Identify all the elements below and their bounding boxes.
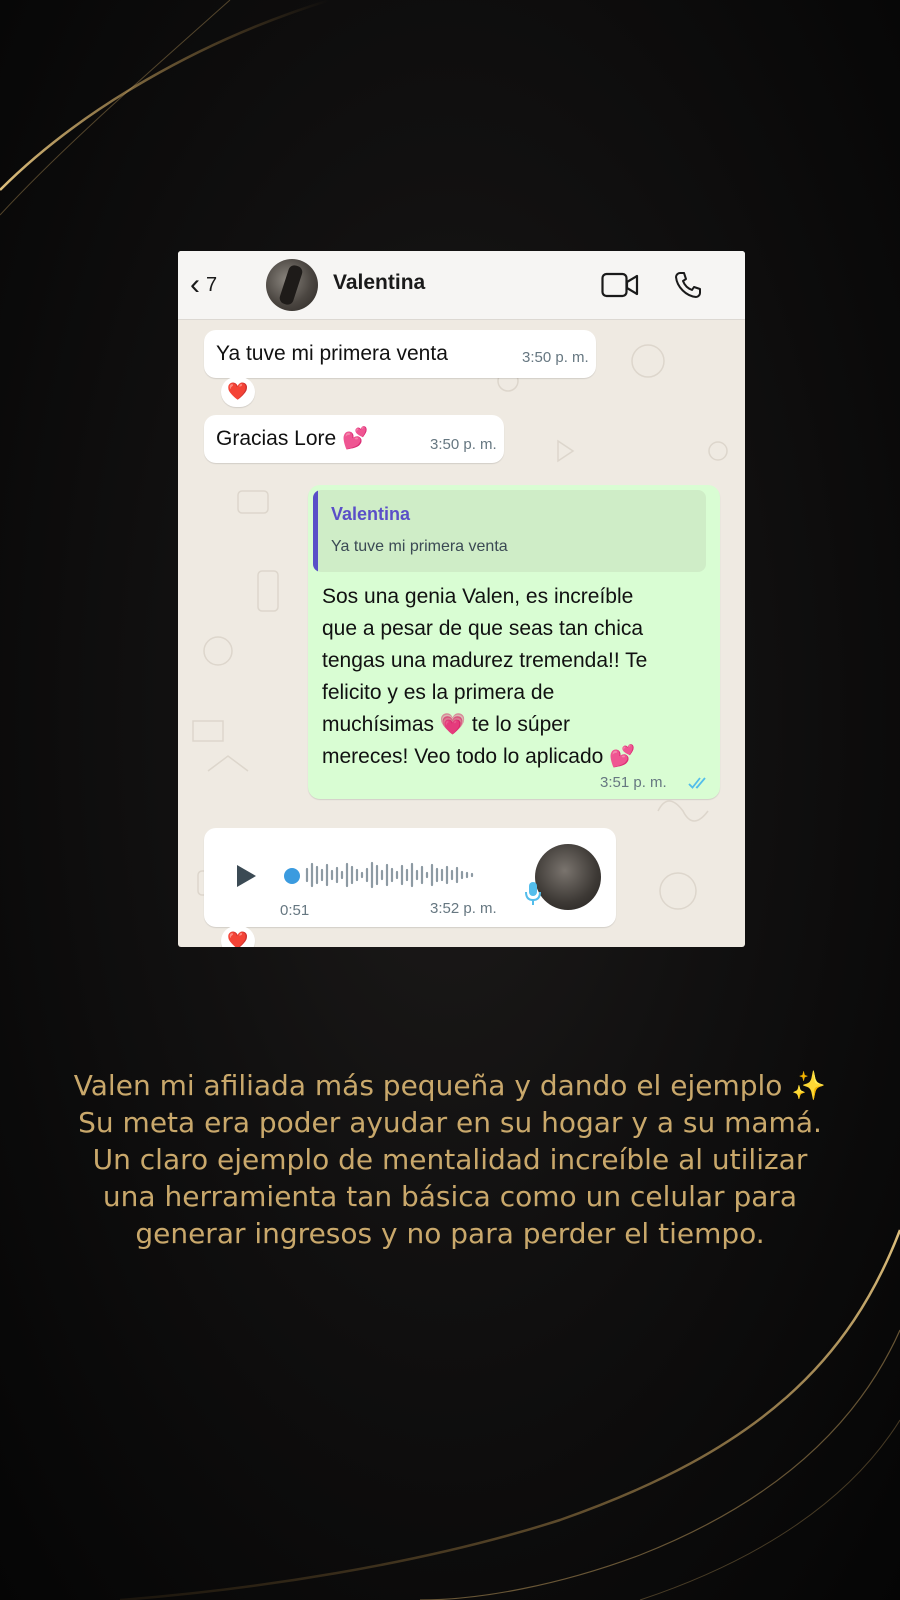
- contact-name[interactable]: Valentina: [333, 271, 425, 295]
- message-time: 3:50 p. m.: [522, 349, 589, 366]
- outgoing-message[interactable]: Valentina Ya tuve mi primera venta Sos u…: [308, 485, 720, 799]
- message-line: muchísimas: [322, 713, 435, 736]
- phone-call-button[interactable]: [668, 269, 708, 301]
- message-text: Gracias Lore: [216, 427, 337, 450]
- caption-line: una herramienta tan básica como un celul…: [102, 1180, 798, 1213]
- caption-line: Su meta era poder ayudar en su hogar y a…: [78, 1106, 822, 1139]
- double-check-icon: [688, 777, 706, 789]
- two-hearts-emoji: 💕: [609, 745, 636, 768]
- avatar[interactable]: [266, 259, 318, 311]
- incoming-message[interactable]: Ya tuve mi primera venta 3:50 p. m.: [204, 330, 596, 378]
- reaction-heart[interactable]: ❤️: [221, 926, 255, 947]
- message-time: 3:50 p. m.: [430, 436, 497, 453]
- quoted-reply[interactable]: Valentina Ya tuve mi primera venta: [313, 490, 706, 572]
- caption-line: Valen mi afiliada más pequeña y dando el…: [73, 1069, 827, 1102]
- message-line: felicito y es la primera de: [322, 681, 555, 704]
- reaction-heart[interactable]: ❤️: [221, 377, 255, 407]
- message-time: 3:51 p. m.: [600, 774, 667, 791]
- playback-dot[interactable]: [284, 868, 300, 884]
- unread-count: 7: [206, 273, 218, 296]
- quote-accent-bar: [313, 490, 318, 572]
- back-button[interactable]: ‹ 7: [190, 269, 234, 301]
- caption-line: generar ingresos y no para perder el tie…: [135, 1217, 765, 1250]
- two-hearts-emoji: 💕: [342, 427, 369, 450]
- voice-message[interactable]: 0:51 3:52 p. m.: [204, 828, 616, 927]
- message-time: 3:52 p. m.: [430, 900, 497, 917]
- message-line: que a pesar de que seas tan chica: [322, 617, 644, 640]
- message-line: tengas una madurez tremenda!! Te: [322, 649, 648, 672]
- message-line: mereces! Veo todo lo aplicado: [322, 745, 604, 768]
- chevron-left-icon: ‹: [190, 268, 200, 301]
- video-call-icon: [601, 272, 639, 298]
- message-line: te lo súper: [471, 713, 570, 736]
- message-line: Sos una genia Valen, es increíble: [322, 585, 634, 608]
- quote-author: Valentina: [331, 504, 411, 524]
- whatsapp-screenshot: ‹ 7 Valentina Ya tuve mi primera venta 3…: [178, 251, 745, 947]
- voice-duration: 0:51: [280, 902, 310, 919]
- caption-line: Un claro ejemplo de mentalidad increíble…: [92, 1143, 808, 1176]
- play-icon[interactable]: [234, 863, 258, 889]
- phone-call-icon: [675, 272, 701, 298]
- audio-waveform[interactable]: [304, 858, 504, 892]
- chat-header: ‹ 7 Valentina: [178, 251, 745, 320]
- sender-avatar[interactable]: [535, 844, 601, 910]
- incoming-message[interactable]: Gracias Lore 💕 3:50 p. m.: [204, 415, 504, 463]
- quote-text: Ya tuve mi primera venta: [331, 538, 508, 555]
- microphone-icon: [525, 882, 541, 905]
- caption-text: Valen mi afiliada más pequeña y dando el…: [40, 1067, 860, 1252]
- message-body: Sos una genia Valen, es increíble que a …: [322, 581, 712, 773]
- pink-heart-emoji: 💗: [439, 713, 467, 736]
- message-text: Ya tuve mi primera venta: [216, 342, 448, 365]
- video-call-button[interactable]: [600, 269, 640, 301]
